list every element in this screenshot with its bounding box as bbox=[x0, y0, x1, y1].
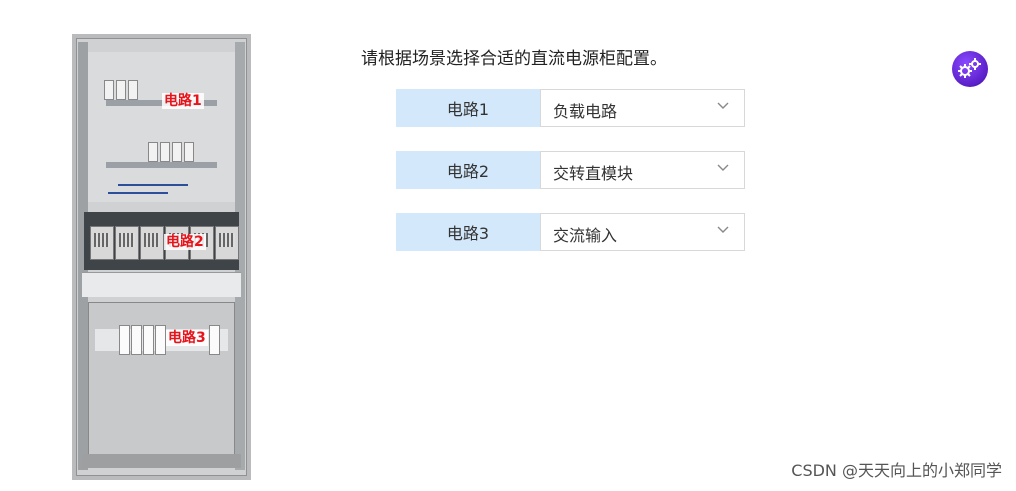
wire bbox=[108, 192, 168, 194]
row-label: 电路1 bbox=[396, 89, 540, 127]
fuse bbox=[116, 80, 126, 100]
gear-icon bbox=[958, 58, 981, 78]
rectifier-module bbox=[115, 226, 139, 260]
circuit-1-select[interactable]: 负载电路 bbox=[540, 89, 745, 127]
breaker bbox=[172, 142, 182, 162]
cabinet-floor bbox=[82, 454, 241, 468]
breaker bbox=[143, 325, 154, 355]
power-cabinet-image: 电路1 电路2 电路3 bbox=[72, 34, 251, 480]
select-value: 交转直模块 bbox=[553, 164, 634, 183]
breaker bbox=[119, 325, 130, 355]
fuse bbox=[128, 80, 138, 100]
din-rail bbox=[106, 162, 217, 168]
circuit-row-1: 电路1 负载电路 bbox=[396, 89, 745, 127]
cabinet-mid-panel bbox=[82, 272, 241, 297]
settings-button[interactable] bbox=[952, 51, 988, 87]
circuit-row-2: 电路2 交转直模块 bbox=[396, 151, 745, 189]
rectifier-module bbox=[90, 226, 114, 260]
breaker bbox=[131, 325, 142, 355]
breaker bbox=[160, 142, 170, 162]
chevron-down-icon bbox=[717, 226, 729, 233]
breaker bbox=[148, 142, 158, 162]
load-circuit-bay bbox=[88, 52, 235, 202]
circuit-1-label: 电路1 bbox=[162, 93, 204, 109]
circuit-3-select[interactable]: 交流输入 bbox=[540, 213, 745, 251]
row-label: 电路2 bbox=[396, 151, 540, 189]
chevron-down-icon bbox=[717, 164, 729, 171]
circuit-2-select[interactable]: 交转直模块 bbox=[540, 151, 745, 189]
breaker bbox=[209, 325, 220, 355]
circuit-row-3: 电路3 交流输入 bbox=[396, 213, 745, 251]
select-value: 负载电路 bbox=[553, 102, 618, 121]
rectifier-module-bay bbox=[84, 212, 239, 270]
row-label: 电路3 bbox=[396, 213, 540, 251]
circuit-3-label: 电路3 bbox=[166, 330, 208, 346]
rectifier-module bbox=[215, 226, 239, 260]
breaker bbox=[184, 142, 194, 162]
breaker bbox=[155, 325, 166, 355]
rectifier-module bbox=[140, 226, 164, 260]
chevron-down-icon bbox=[717, 102, 729, 109]
select-value: 交流输入 bbox=[553, 226, 618, 245]
wire bbox=[118, 184, 188, 186]
circuit-2-label: 电路2 bbox=[164, 234, 206, 250]
watermark: CSDN @天天向上的小郑同学 bbox=[791, 461, 1002, 480]
ac-input-bay bbox=[88, 302, 235, 466]
question-text: 请根据场景选择合适的直流电源柜配置。 bbox=[361, 49, 667, 69]
fuse bbox=[104, 80, 114, 100]
